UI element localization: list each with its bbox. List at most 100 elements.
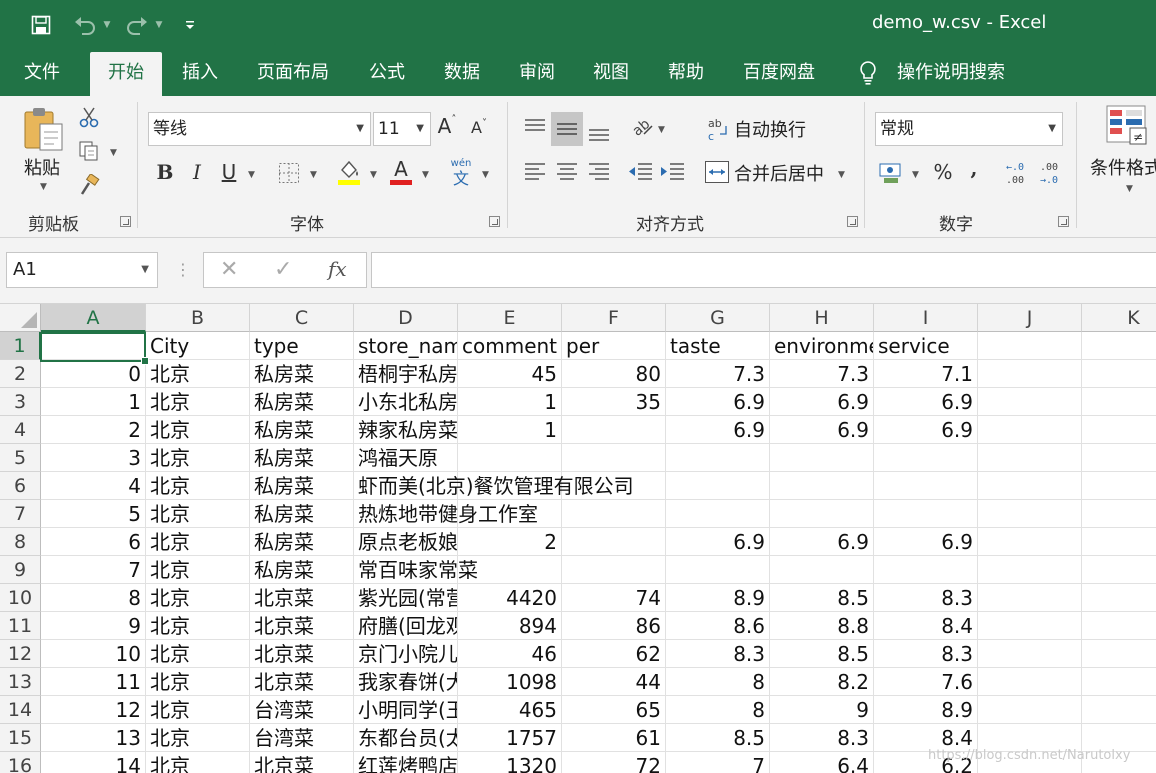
cell-d14[interactable]: 小明同学(王府井): [354, 696, 458, 724]
column-header-k[interactable]: K: [1082, 304, 1156, 332]
cell-h4[interactable]: 6.9: [770, 416, 874, 444]
tab-baidu-netdisk[interactable]: 百度网盘: [743, 50, 815, 96]
cut-icon[interactable]: [78, 106, 100, 128]
percent-style-icon[interactable]: %: [930, 160, 956, 184]
cell-b1[interactable]: City: [146, 332, 250, 360]
cell-a4[interactable]: 2: [41, 416, 146, 444]
cell-c7[interactable]: 私房菜: [250, 500, 354, 528]
cell-e8[interactable]: 2: [458, 528, 562, 556]
phonetic-guide-icon[interactable]: wén 文: [448, 158, 474, 188]
number-format-select[interactable]: 常规 ▼: [875, 112, 1063, 146]
cell-b9[interactable]: 北京: [146, 556, 250, 584]
clipboard-launcher-icon[interactable]: [120, 216, 131, 227]
align-right-icon[interactable]: [584, 158, 614, 186]
cell-g2[interactable]: 7.3: [666, 360, 770, 388]
row-header[interactable]: 4: [0, 416, 41, 444]
number-launcher-icon[interactable]: [1058, 216, 1069, 227]
cell-f8[interactable]: [562, 528, 666, 556]
cell-k3[interactable]: [1082, 388, 1156, 416]
cell-a11[interactable]: 9: [41, 612, 146, 640]
cell-b6[interactable]: 北京: [146, 472, 250, 500]
cell-j12[interactable]: [978, 640, 1082, 668]
cell-c11[interactable]: 北京菜: [250, 612, 354, 640]
bold-icon[interactable]: B: [152, 160, 178, 184]
cell-i4[interactable]: 6.9: [874, 416, 978, 444]
conditional-format-button[interactable]: 条件格式: [1090, 154, 1156, 180]
cell-f4[interactable]: [562, 416, 666, 444]
cell-g8[interactable]: 6.9: [666, 528, 770, 556]
align-middle-icon[interactable]: [551, 112, 583, 146]
cell-c10[interactable]: 北京菜: [250, 584, 354, 612]
comma-style-icon[interactable]: ,: [964, 156, 984, 180]
orientation-dropdown-icon[interactable]: ▼: [658, 125, 665, 135]
cell-f1[interactable]: per: [562, 332, 666, 360]
cell-k4[interactable]: [1082, 416, 1156, 444]
paste-button[interactable]: 粘贴: [24, 154, 60, 180]
cell-j3[interactable]: [978, 388, 1082, 416]
wrap-text-button[interactable]: 自动换行: [734, 116, 806, 142]
format-painter-icon[interactable]: [78, 172, 100, 196]
align-center-icon[interactable]: [552, 158, 582, 186]
cell-h10[interactable]: 8.5: [770, 584, 874, 612]
cell-c15[interactable]: 台湾菜: [250, 724, 354, 752]
tab-page-layout[interactable]: 页面布局: [257, 50, 329, 96]
cell-h9[interactable]: [770, 556, 874, 584]
cell-c1[interactable]: type: [250, 332, 354, 360]
cell-e15[interactable]: 1757: [458, 724, 562, 752]
column-header-g[interactable]: G: [666, 304, 770, 332]
cell-c6[interactable]: 私房菜: [250, 472, 354, 500]
tab-insert[interactable]: 插入: [182, 50, 218, 96]
row-header[interactable]: 11: [0, 612, 41, 640]
cell-b14[interactable]: 北京: [146, 696, 250, 724]
conditional-format-dropdown-icon[interactable]: ▼: [1126, 184, 1133, 194]
cell-a15[interactable]: 13: [41, 724, 146, 752]
cell-f12[interactable]: 62: [562, 640, 666, 668]
row-header[interactable]: 10: [0, 584, 41, 612]
borders-icon[interactable]: [278, 162, 300, 184]
enter-icon[interactable]: ✓: [274, 257, 292, 282]
cell-c8[interactable]: 私房菜: [250, 528, 354, 556]
cell-d11[interactable]: 府膳(回龙观): [354, 612, 458, 640]
paste-dropdown-icon[interactable]: ▼: [40, 182, 47, 192]
cell-f9[interactable]: [562, 556, 666, 584]
cell-c16[interactable]: 北京菜: [250, 752, 354, 773]
accounting-format-icon[interactable]: [878, 160, 906, 186]
column-header-i[interactable]: I: [874, 304, 978, 332]
cell-i7[interactable]: [874, 500, 978, 528]
increase-font-size-icon[interactable]: A˄: [436, 114, 458, 138]
lightbulb-icon[interactable]: [858, 50, 882, 96]
increase-decimal-icon[interactable]: ←.0.00: [1002, 158, 1032, 188]
cell-i14[interactable]: 8.9: [874, 696, 978, 724]
cell-i8[interactable]: 6.9: [874, 528, 978, 556]
font-size-select[interactable]: 11 ▼: [373, 112, 431, 146]
cell-e2[interactable]: 45: [458, 360, 562, 388]
column-header-a[interactable]: A: [41, 304, 146, 332]
cell-h6[interactable]: [770, 472, 874, 500]
cell-d2[interactable]: 梧桐宇私房菜: [354, 360, 458, 388]
font-color-dropdown-icon[interactable]: ▼: [422, 170, 429, 180]
cell-i1[interactable]: service: [874, 332, 978, 360]
cell-i11[interactable]: 8.4: [874, 612, 978, 640]
font-color-icon[interactable]: A: [388, 156, 414, 186]
cell-b12[interactable]: 北京: [146, 640, 250, 668]
cell-f11[interactable]: 86: [562, 612, 666, 640]
cell-h15[interactable]: 8.3: [770, 724, 874, 752]
cell-f3[interactable]: 35: [562, 388, 666, 416]
cell-j9[interactable]: [978, 556, 1082, 584]
tab-file[interactable]: 文件: [24, 50, 60, 96]
cell-h3[interactable]: 6.9: [770, 388, 874, 416]
row-header[interactable]: 7: [0, 500, 41, 528]
cell-g13[interactable]: 8: [666, 668, 770, 696]
cell-j1[interactable]: [978, 332, 1082, 360]
column-header-d[interactable]: D: [354, 304, 458, 332]
alignment-launcher-icon[interactable]: [847, 216, 858, 227]
cell-f5[interactable]: [562, 444, 666, 472]
tab-help[interactable]: 帮助: [668, 50, 704, 96]
cell-d10[interactable]: 紫光园(常营): [354, 584, 458, 612]
column-header-c[interactable]: C: [250, 304, 354, 332]
cell-c2[interactable]: 私房菜: [250, 360, 354, 388]
cell-h8[interactable]: 6.9: [770, 528, 874, 556]
cell-h16[interactable]: 6.4: [770, 752, 874, 773]
select-all-button[interactable]: [0, 304, 41, 332]
cell-e16[interactable]: 1320: [458, 752, 562, 773]
